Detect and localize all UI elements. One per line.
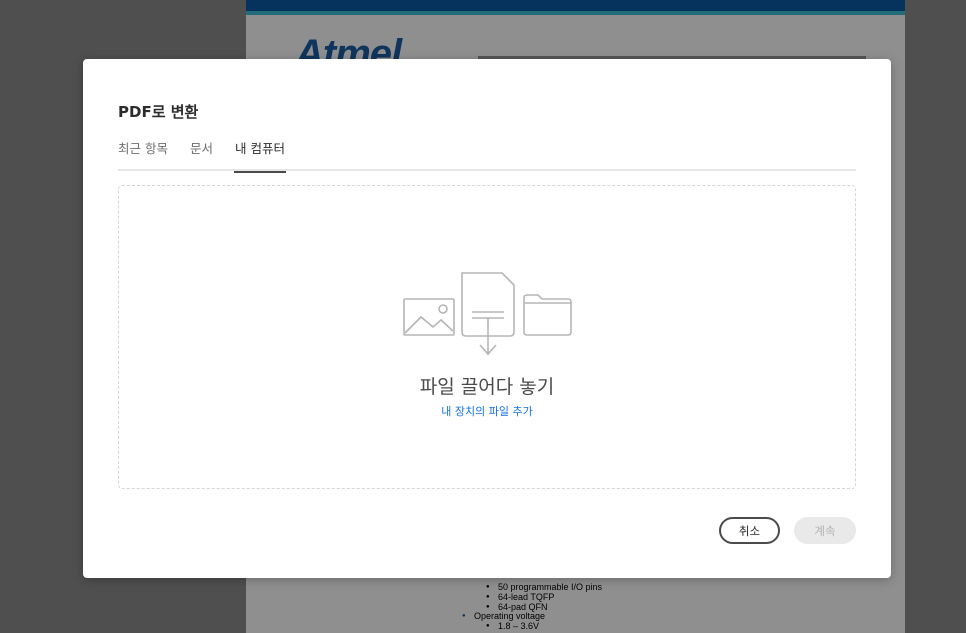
image-icon	[403, 298, 455, 336]
document-download-icon	[461, 272, 515, 356]
source-tabs: 최근 항목 문서 내 컴퓨터	[118, 141, 856, 173]
tab-my-computer[interactable]: 내 컴퓨터	[234, 141, 286, 173]
upload-illustration	[403, 272, 572, 356]
tab-documents[interactable]: 문서	[190, 141, 213, 171]
cancel-button[interactable]: 취소	[719, 517, 780, 544]
dialog-title: PDF로 변환	[118, 103, 199, 121]
drop-files-label: 파일 끌어다 놓기	[419, 376, 555, 398]
file-drop-zone[interactable]: 파일 끌어다 놓기 내 장치의 파일 추가	[118, 185, 856, 489]
convert-to-pdf-dialog: PDF로 변환 최근 항목 문서 내 컴퓨터 파일 끌어다 놓기 내 장치의 파…	[83, 59, 891, 578]
add-file-from-device-link[interactable]: 내 장치의 파일 추가	[119, 403, 855, 419]
tab-recent[interactable]: 최근 항목	[118, 141, 168, 171]
folder-icon	[523, 294, 572, 336]
continue-button[interactable]: 계속	[794, 517, 856, 544]
